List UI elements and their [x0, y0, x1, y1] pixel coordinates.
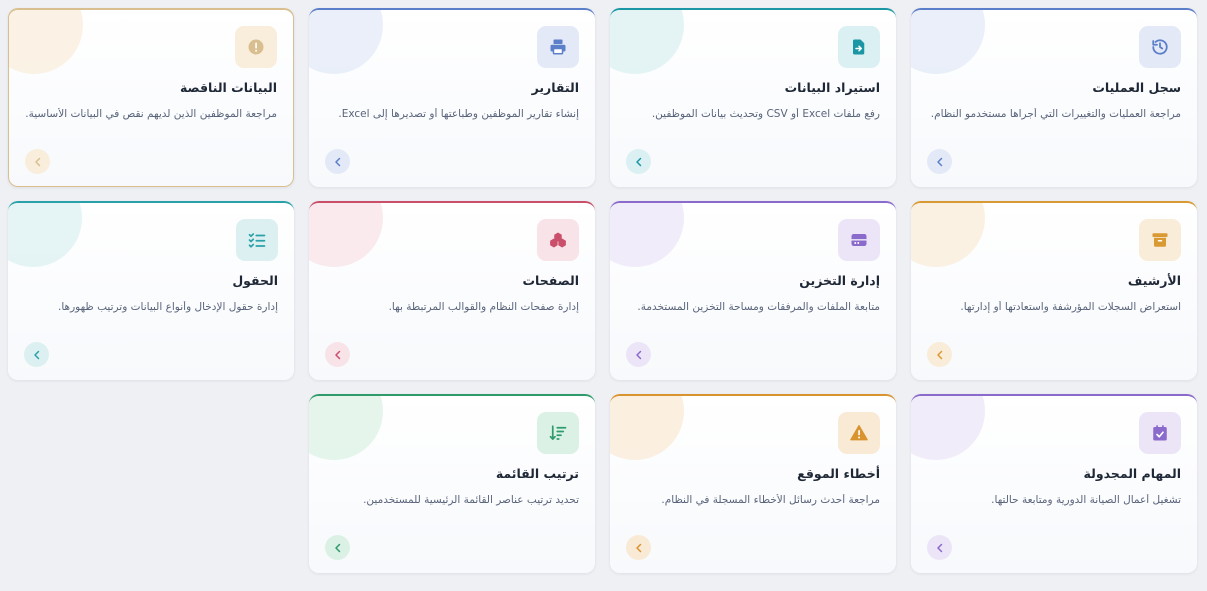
archive-icon — [1151, 231, 1169, 249]
chevron-left-icon — [934, 156, 946, 168]
card-icon-box — [236, 219, 278, 261]
warning-triangle-icon — [850, 424, 868, 442]
card-description: إدارة حقول الإدخال وأنواع البيانات وترتي… — [58, 301, 278, 313]
card-title: إدارة التخزين — [799, 273, 880, 288]
card-open-button[interactable] — [325, 342, 350, 367]
chevron-left-icon — [633, 349, 645, 361]
tool-card-storage[interactable]: إدارة التخزين متابعة الملفات والمرفقات و… — [610, 201, 896, 380]
card-title: استيراد البيانات — [784, 80, 880, 95]
card-description: متابعة الملفات والمرفقات ومساحة التخزين … — [637, 301, 880, 313]
card-decor-blob — [911, 396, 985, 460]
card-open-button[interactable] — [325, 149, 350, 174]
chevron-left-icon — [633, 156, 645, 168]
tool-card-printer[interactable]: التقارير إنشاء تقارير الموظفين وطباعتها … — [309, 8, 595, 187]
card-icon-box — [1139, 26, 1181, 68]
card-icon-box — [838, 219, 880, 261]
card-open-button[interactable] — [25, 149, 50, 174]
chevron-left-icon — [332, 156, 344, 168]
tools-grid: سجل العمليات مراجعة العمليات والتغييرات … — [8, 8, 1197, 573]
chevron-left-icon — [934, 349, 946, 361]
card-open-button[interactable] — [927, 149, 952, 174]
card-open-button[interactable] — [24, 342, 49, 367]
tool-card-list-check[interactable]: الحقول إدارة حقول الإدخال وأنواع البيانا… — [8, 201, 294, 380]
chevron-left-icon — [332, 542, 344, 554]
card-icon-box — [838, 412, 880, 454]
card-description: مراجعة أحدث رسائل الأخطاء المسجلة في الن… — [661, 494, 880, 506]
card-icon-box — [1139, 412, 1181, 454]
card-title: التقارير — [531, 80, 579, 95]
card-description: تحديد ترتيب عناصر القائمة الرئيسية للمست… — [363, 494, 579, 506]
card-decor-blob — [911, 203, 985, 267]
card-icon-box — [235, 26, 277, 68]
card-decor-blob — [610, 396, 684, 460]
card-description: إنشاء تقارير الموظفين وطباعتها أو تصديره… — [338, 108, 579, 120]
card-open-button[interactable] — [626, 149, 651, 174]
card-decor-blob — [309, 203, 383, 267]
tool-card-archive[interactable]: الأرشيف استعراض السجلات المؤرشفة واستعاد… — [911, 201, 1197, 380]
card-decor-blob — [9, 10, 83, 74]
card-open-button[interactable] — [626, 535, 651, 560]
alert-circle-icon — [247, 38, 265, 56]
card-description: مراجعة الموظفين الذين لديهم نقص في البيا… — [25, 108, 277, 120]
history-icon — [1151, 38, 1169, 56]
card-decor-blob — [911, 10, 985, 74]
tool-card-calendar-check[interactable]: المهام المجدولة تشغيل أعمال الصيانة الدو… — [911, 394, 1197, 573]
card-decor-blob — [309, 396, 383, 460]
chevron-left-icon — [31, 349, 43, 361]
card-icon-box — [838, 26, 880, 68]
card-title: البيانات الناقصة — [179, 80, 277, 95]
tool-card-sort[interactable]: ترتيب القائمة تحديد ترتيب عناصر القائمة … — [309, 394, 595, 573]
tool-card-alert-circle[interactable]: البيانات الناقصة مراجعة الموظفين الذين ل… — [8, 8, 294, 187]
tool-card-cubes[interactable]: الصفحات إدارة صفحات النظام والقوالب المر… — [309, 201, 595, 380]
card-icon-box — [537, 219, 579, 261]
card-title: سجل العمليات — [1092, 80, 1181, 95]
card-icon-box — [537, 26, 579, 68]
chevron-left-icon — [32, 156, 44, 168]
card-icon-box — [537, 412, 579, 454]
card-open-button[interactable] — [626, 342, 651, 367]
card-description: إدارة صفحات النظام والقوالب المرتبطة بها… — [388, 301, 579, 313]
tool-card-history[interactable]: سجل العمليات مراجعة العمليات والتغييرات … — [911, 8, 1197, 187]
card-title: المهام المجدولة — [1083, 466, 1181, 481]
list-check-icon — [248, 231, 266, 249]
tool-card-warning-triangle[interactable]: أخطاء الموقع مراجعة أحدث رسائل الأخطاء ا… — [610, 394, 896, 573]
chevron-left-icon — [934, 542, 946, 554]
card-decor-blob — [8, 203, 82, 267]
card-icon-box — [1139, 219, 1181, 261]
card-description: رفع ملفات Excel أو CSV وتحديث بيانات الم… — [651, 108, 880, 120]
card-description: مراجعة العمليات والتغييرات التي أجراها م… — [930, 108, 1181, 120]
card-decor-blob — [610, 10, 684, 74]
sort-icon — [549, 424, 567, 442]
storage-icon — [850, 231, 868, 249]
card-description: استعراض السجلات المؤرشفة واستعادتها أو إ… — [960, 301, 1181, 313]
printer-icon — [549, 38, 567, 56]
card-decor-blob — [610, 203, 684, 267]
card-open-button[interactable] — [927, 342, 952, 367]
card-title: ترتيب القائمة — [495, 466, 579, 481]
cubes-icon — [549, 231, 567, 249]
card-title: الصفحات — [522, 273, 579, 288]
calendar-check-icon — [1151, 424, 1169, 442]
file-import-icon — [850, 38, 868, 56]
card-open-button[interactable] — [325, 535, 350, 560]
chevron-left-icon — [332, 349, 344, 361]
card-description: تشغيل أعمال الصيانة الدورية ومتابعة حالت… — [991, 494, 1181, 506]
card-open-button[interactable] — [927, 535, 952, 560]
tool-card-file-import[interactable]: استيراد البيانات رفع ملفات Excel أو CSV … — [610, 8, 896, 187]
card-decor-blob — [309, 10, 383, 74]
chevron-left-icon — [633, 542, 645, 554]
card-title: أخطاء الموقع — [797, 466, 880, 481]
card-title: الحقول — [232, 273, 278, 288]
card-title: الأرشيف — [1127, 273, 1181, 288]
